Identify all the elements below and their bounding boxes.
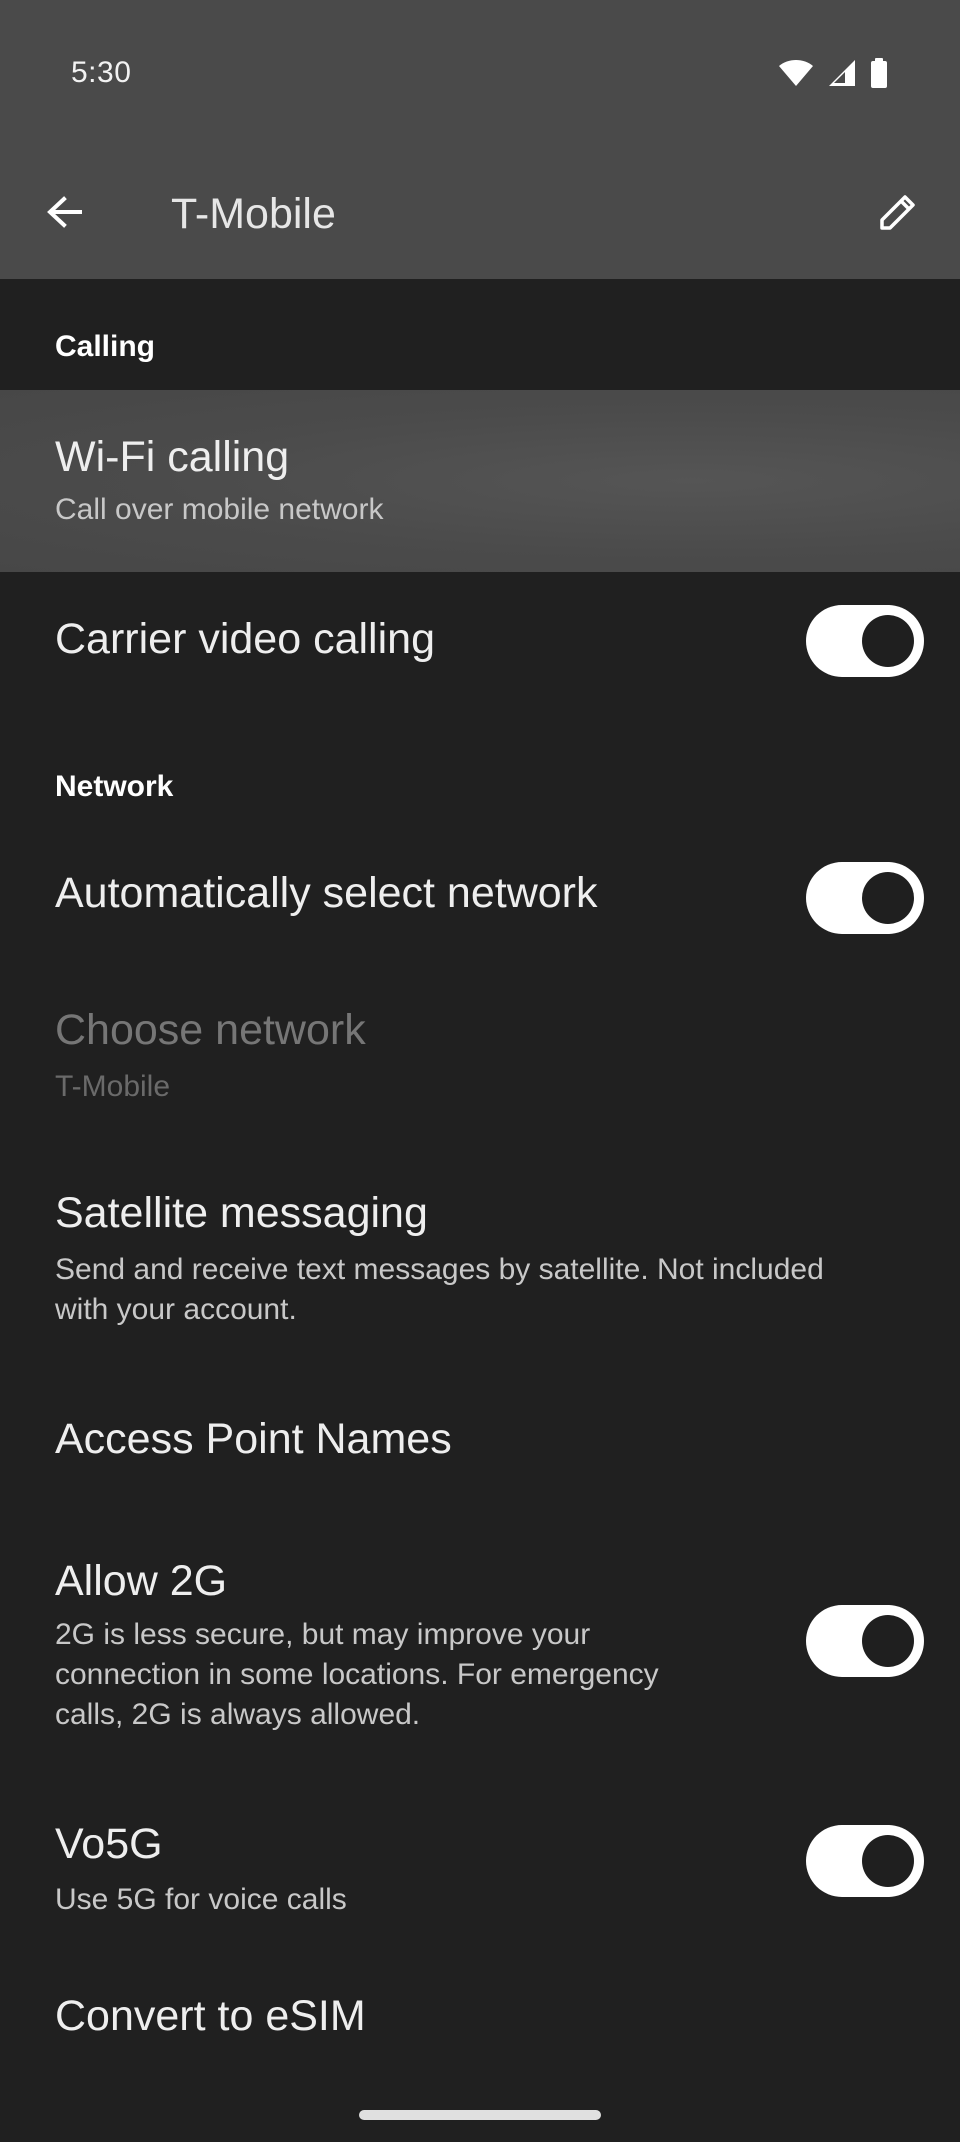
- carrier-video-calling-title: Carrier video calling: [55, 615, 435, 663]
- toggle-knob: [862, 872, 914, 924]
- wifi-calling-title: Wi-Fi calling: [55, 433, 290, 481]
- wifi-icon: [778, 59, 814, 92]
- page-title: T-Mobile: [171, 190, 336, 238]
- vo5g-subtitle: Use 5G for voice calls: [55, 1883, 347, 1916]
- carrier-video-calling-toggle[interactable]: [806, 605, 924, 677]
- allow-2g-item[interactable]: Allow 2G 2G is less secure, but may impr…: [0, 1516, 960, 1786]
- allow-2g-subtitle-line2: connection in some locations. For emerge…: [55, 1658, 659, 1691]
- choose-network-title: Choose network: [55, 1006, 366, 1054]
- convert-esim-item[interactable]: Convert to eSIM: [0, 1966, 960, 2096]
- vo5g-item[interactable]: Vo5G Use 5G for voice calls: [0, 1786, 960, 1966]
- satellite-messaging-subtitle-line2: with your account.: [55, 1293, 297, 1326]
- satellite-messaging-subtitle: Send and receive text messages by satell…: [55, 1250, 824, 1330]
- allow-2g-subtitle: 2G is less secure, but may improve your …: [55, 1615, 659, 1735]
- choose-network-item: Choose network T-Mobile: [0, 966, 960, 1146]
- top-app-bar: 5:30 T-Mobile: [0, 0, 960, 279]
- satellite-messaging-subtitle-line1: Send and receive text messages by satell…: [55, 1253, 824, 1286]
- section-header-network: Network: [55, 770, 174, 803]
- home-indicator[interactable]: [359, 2110, 601, 2120]
- edit-button[interactable]: [870, 186, 926, 242]
- signal-icon: [828, 59, 856, 92]
- auto-select-network-item[interactable]: Automatically select network: [0, 830, 960, 966]
- wifi-calling-subtitle: Call over mobile network: [55, 493, 384, 526]
- battery-icon: [870, 58, 888, 93]
- arrow-back-icon: [44, 192, 84, 237]
- status-icons: [778, 58, 888, 93]
- satellite-messaging-item[interactable]: Satellite messaging Send and receive tex…: [0, 1146, 960, 1376]
- section-header-calling: Calling: [55, 330, 156, 363]
- pencil-icon: [876, 190, 920, 239]
- allow-2g-toggle[interactable]: [806, 1605, 924, 1677]
- auto-select-network-title: Automatically select network: [55, 869, 598, 917]
- wifi-calling-item[interactable]: Wi-Fi calling Call over mobile network: [0, 390, 960, 572]
- vo5g-title: Vo5G: [55, 1820, 163, 1868]
- convert-esim-title: Convert to eSIM: [55, 1992, 366, 2040]
- access-point-names-title: Access Point Names: [55, 1415, 452, 1463]
- allow-2g-subtitle-line1: 2G is less secure, but may improve your: [55, 1618, 591, 1651]
- satellite-messaging-title: Satellite messaging: [55, 1189, 428, 1237]
- back-button[interactable]: [36, 186, 92, 242]
- allow-2g-title: Allow 2G: [55, 1557, 228, 1605]
- vo5g-toggle[interactable]: [806, 1825, 924, 1897]
- auto-select-network-toggle[interactable]: [806, 862, 924, 934]
- choose-network-subtitle: T-Mobile: [55, 1070, 171, 1103]
- toggle-knob: [862, 1615, 914, 1667]
- toggle-knob: [862, 1835, 914, 1887]
- allow-2g-subtitle-line3: calls, 2G is always allowed.: [55, 1698, 421, 1731]
- toggle-knob: [862, 615, 914, 667]
- access-point-names-item[interactable]: Access Point Names: [0, 1376, 960, 1516]
- status-time: 5:30: [71, 56, 132, 89]
- carrier-video-calling-item[interactable]: Carrier video calling: [0, 572, 960, 712]
